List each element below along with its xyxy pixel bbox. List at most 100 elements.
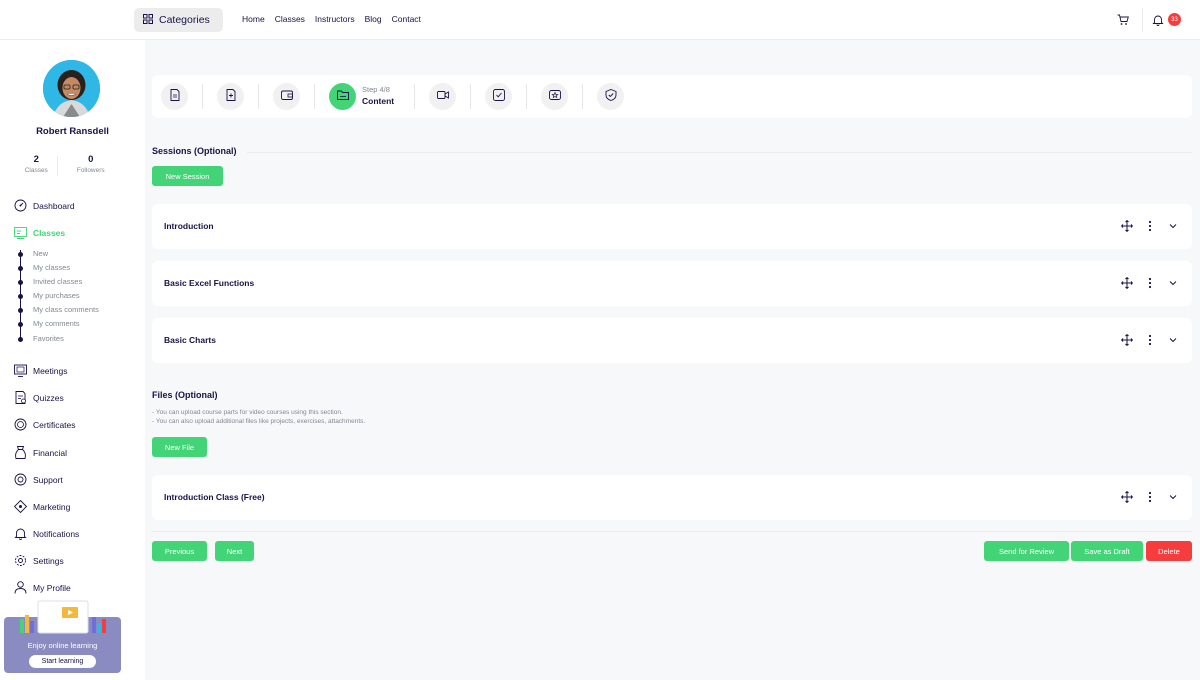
step-6[interactable]	[485, 83, 512, 110]
topbar-divider	[1142, 8, 1143, 32]
sidebar-item-dashboard[interactable]: Dashboard	[14, 199, 75, 213]
session-card[interactable]: Basic Charts	[152, 318, 1192, 363]
more-vertical-icon[interactable]	[1143, 276, 1157, 290]
sidebar-item-label: Quizzes	[33, 393, 64, 403]
sidebar-item-certificates[interactable]: Certificates	[14, 418, 76, 432]
step-8[interactable]	[597, 83, 624, 110]
step-name: Content	[362, 96, 395, 106]
session-card[interactable]: Introduction	[152, 204, 1192, 249]
submenu-invited-classes[interactable]: Invited classes	[33, 277, 82, 286]
sidebar-item-financial[interactable]: Financial	[14, 445, 67, 461]
grid-icon	[143, 13, 153, 27]
step-divider	[258, 84, 259, 109]
wallet-icon	[280, 88, 293, 106]
sidebar-item-label: Support	[33, 475, 63, 485]
nav-blog[interactable]: Blog	[365, 14, 382, 24]
step-divider	[582, 84, 583, 109]
followers-stat-label: Followers	[76, 167, 105, 174]
submenu-new[interactable]: New	[33, 249, 48, 258]
sidebar-item-my-profile[interactable]: My Profile	[14, 580, 71, 595]
notification-badge: 33	[1168, 13, 1181, 26]
followers-stat: 0 Followers	[55, 154, 128, 174]
nav-home[interactable]: Home	[242, 14, 265, 24]
top-bar: Categories Home Classes Instructors Blog…	[0, 0, 1200, 40]
previous-button[interactable]: Previous	[152, 541, 207, 561]
sidebar: Robert Ransdell 2 Classes 0 Followers Da…	[0, 40, 145, 680]
sidebar-item-marketing[interactable]: Marketing	[13, 499, 70, 515]
step-1[interactable]	[161, 83, 188, 110]
top-nav: Home Classes Instructors Blog Contact	[242, 14, 421, 24]
sessions-divider	[247, 152, 1192, 153]
nav-classes[interactable]: Classes	[275, 14, 305, 24]
nav-contact[interactable]: Contact	[392, 14, 421, 24]
sidebar-item-quizzes[interactable]: Quizzes	[14, 390, 64, 405]
step-5[interactable]	[429, 83, 456, 110]
cart-icon[interactable]	[1117, 13, 1129, 31]
sidebar-item-support[interactable]: Support	[14, 473, 63, 487]
check-square-icon	[492, 88, 505, 106]
bell-icon[interactable]	[1152, 13, 1164, 31]
certificate-icon	[14, 418, 27, 433]
step-2[interactable]	[217, 83, 244, 110]
files-note-1: - You can upload course parts for video …	[152, 409, 343, 416]
document-icon	[169, 88, 181, 106]
promo-text: Enjoy online learning	[27, 641, 98, 650]
sidebar-item-settings[interactable]: Settings	[14, 554, 64, 568]
classes-icon	[14, 226, 27, 241]
nav-instructors[interactable]: Instructors	[315, 14, 355, 24]
session-actions	[1120, 219, 1180, 233]
session-actions	[1120, 276, 1180, 290]
chevron-down-icon[interactable]	[1166, 276, 1180, 290]
video-icon	[436, 88, 449, 106]
sidebar-item-label: My Profile	[33, 583, 71, 593]
chevron-down-icon[interactable]	[1166, 219, 1180, 233]
folder-icon	[336, 88, 349, 106]
submenu-dot	[18, 322, 23, 327]
start-learning-button[interactable]: Start learning	[29, 655, 96, 668]
user-name: Robert Ransdell	[36, 126, 109, 137]
submenu-my-class-comments[interactable]: My class comments	[33, 305, 99, 314]
avatar[interactable]	[43, 60, 100, 117]
submenu-dot	[18, 266, 23, 271]
step-4-current[interactable]	[329, 83, 356, 110]
submenu-favorites[interactable]: Favorites	[33, 334, 64, 343]
more-vertical-icon[interactable]	[1143, 490, 1157, 504]
move-icon[interactable]	[1120, 333, 1134, 347]
chevron-down-icon[interactable]	[1166, 333, 1180, 347]
bell-icon	[14, 527, 27, 542]
file-card[interactable]: Introduction Class (Free)	[152, 475, 1192, 520]
money-bag-icon	[14, 445, 27, 461]
new-file-button[interactable]: New File	[152, 437, 207, 457]
more-vertical-icon[interactable]	[1143, 219, 1157, 233]
new-session-button[interactable]: New Session	[152, 166, 223, 186]
submenu-my-comments[interactable]: My comments	[33, 319, 80, 328]
move-icon[interactable]	[1120, 219, 1134, 233]
session-actions	[1120, 333, 1180, 347]
step-divider	[414, 84, 415, 109]
sidebar-item-notifications[interactable]: Notifications	[14, 527, 79, 541]
save-as-draft-button[interactable]: Save as Draft	[1071, 541, 1143, 561]
document-plus-icon	[225, 88, 237, 106]
send-for-review-button[interactable]: Send for Review	[984, 541, 1069, 561]
categories-button[interactable]: Categories	[134, 8, 223, 32]
submenu-dot	[18, 294, 23, 299]
sidebar-item-label: Classes	[33, 228, 66, 238]
step-7[interactable]	[541, 83, 568, 110]
submenu-my-classes[interactable]: My classes	[33, 263, 70, 272]
next-button[interactable]: Next	[215, 541, 254, 561]
step-3[interactable]	[273, 83, 300, 110]
sidebar-item-classes[interactable]: Classes	[14, 226, 65, 240]
move-icon[interactable]	[1120, 490, 1134, 504]
delete-button[interactable]: Delete	[1146, 541, 1192, 561]
sidebar-item-label: Settings	[33, 556, 64, 566]
move-icon[interactable]	[1120, 276, 1134, 290]
step-divider	[202, 84, 203, 109]
marketing-icon	[13, 499, 28, 515]
submenu-my-purchases[interactable]: My purchases	[33, 291, 80, 300]
submenu-dot	[18, 280, 23, 285]
sidebar-item-meetings[interactable]: Meetings	[14, 364, 68, 378]
step-progress: Step 4/8 Content	[152, 75, 1192, 118]
chevron-down-icon[interactable]	[1166, 490, 1180, 504]
session-card[interactable]: Basic Excel Functions	[152, 261, 1192, 306]
more-vertical-icon[interactable]	[1143, 333, 1157, 347]
